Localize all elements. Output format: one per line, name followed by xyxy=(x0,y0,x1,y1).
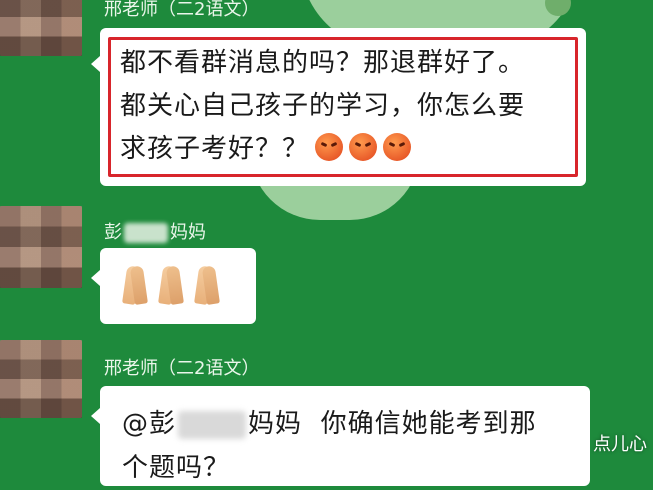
message-line: 都不看群消息的吗？那退群好了。 xyxy=(120,48,526,78)
folded-hands-icon xyxy=(156,264,186,304)
redaction-blur xyxy=(124,223,168,243)
message-bubble[interactable]: @彭 妈妈 你确信她能考到那 个题吗？ xyxy=(91,386,590,486)
sender-name: 邢老师（二2语文） xyxy=(104,0,260,20)
sender-name-prefix: 彭 xyxy=(104,222,122,243)
message-bubble[interactable]: 都不看群消息的吗？那退群好了。 都关心自己孩子的学习，你怎么要 求孩子考好？？ xyxy=(91,28,586,186)
message-line: 都关心自己孩子的学习，你怎么要 xyxy=(120,91,526,121)
message-text: @彭 妈妈 你确信她能考到那 个题吗？ xyxy=(122,402,580,490)
avatar[interactable] xyxy=(0,206,82,288)
redaction-blur xyxy=(178,410,247,439)
sender-name: 邢老师（二2语文） xyxy=(104,358,260,379)
sender-name-suffix: 妈妈 xyxy=(170,222,206,243)
message-line: 个题吗？ xyxy=(122,453,231,483)
avatar[interactable] xyxy=(0,340,82,418)
folded-hands-icon xyxy=(120,264,150,304)
angry-face-icon xyxy=(315,133,344,161)
mention-text-suffix: 妈妈 xyxy=(248,409,303,439)
message-text: 都不看群消息的吗？那退群好了。 都关心自己孩子的学习，你怎么要 求孩子考好？？ xyxy=(120,42,572,171)
avatar[interactable] xyxy=(0,0,82,56)
message-line-text: 你确信她能考到那 xyxy=(320,409,537,439)
message-line: 求孩子考好？？ xyxy=(120,128,572,171)
emoji-row xyxy=(120,264,222,304)
sender-name: 彭 妈妈 xyxy=(104,218,206,244)
mention-text: @彭 xyxy=(122,409,177,439)
angry-face-icon xyxy=(349,133,378,161)
watermark: 点儿心 xyxy=(593,434,647,455)
message-bubble[interactable] xyxy=(91,248,256,324)
angry-face-icon xyxy=(383,133,412,161)
message-line-text: 求孩子考好？？ xyxy=(120,134,310,164)
folded-hands-icon xyxy=(192,264,222,304)
message-line: @彭 妈妈 你确信她能考到那 xyxy=(122,402,580,446)
